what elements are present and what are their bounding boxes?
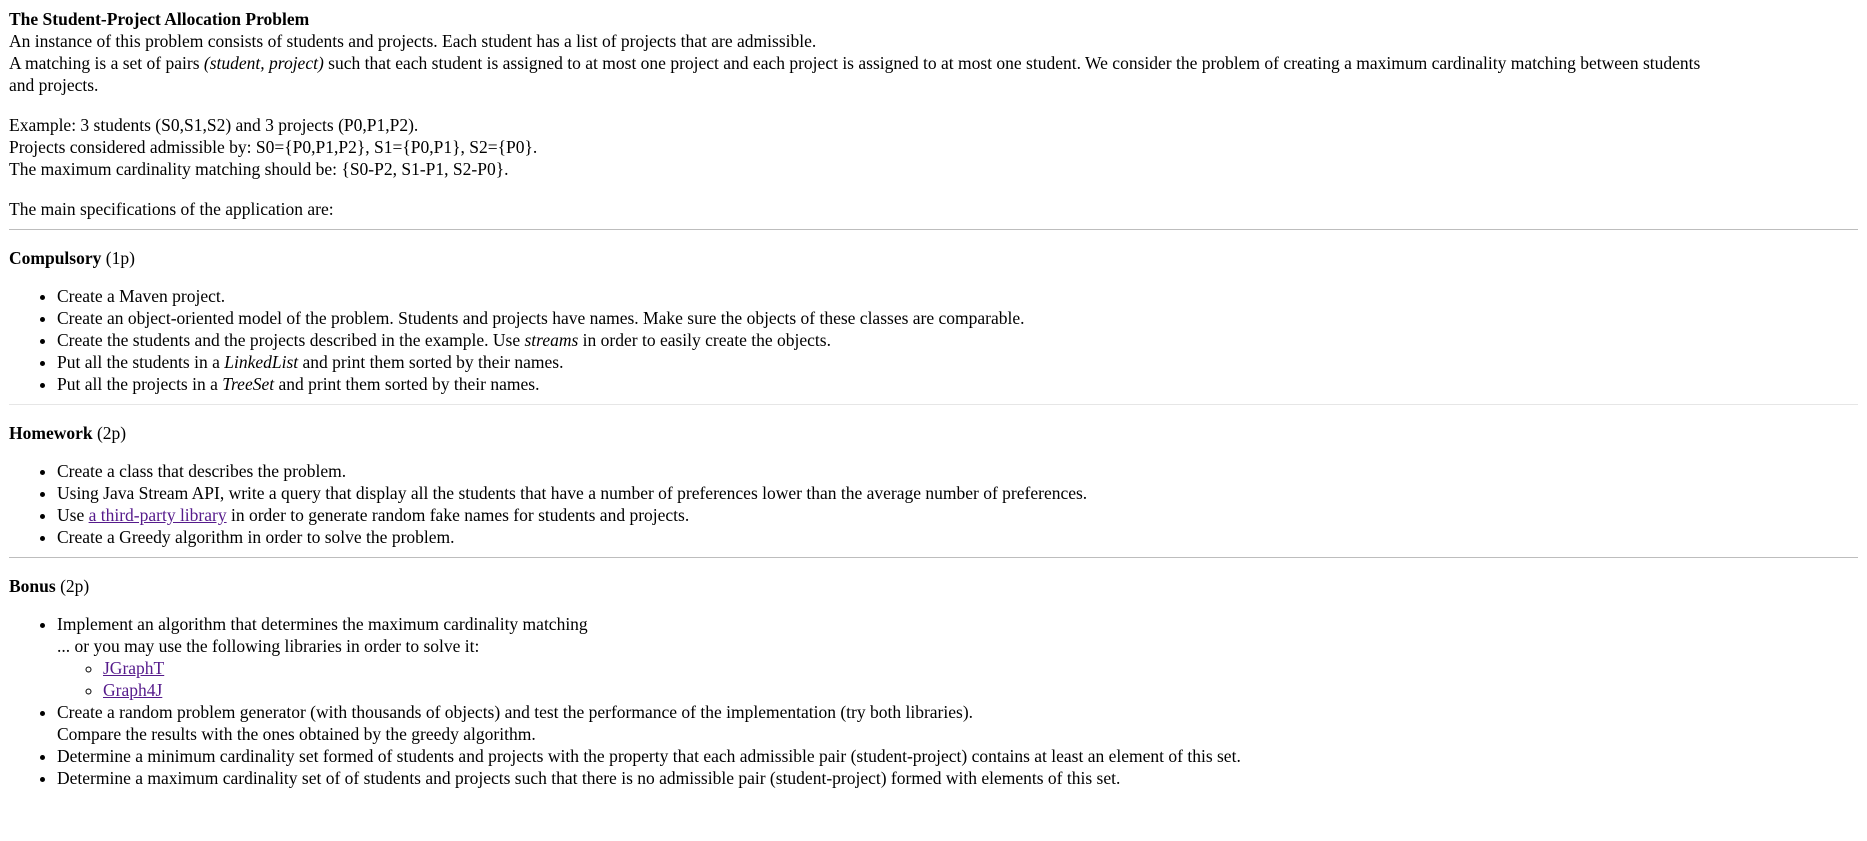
list-item: Implement an algorithm that determines t… [57, 613, 1858, 701]
intro-line-1: An instance of this problem consists of … [9, 31, 817, 51]
item-text: Compare the results with the ones obtain… [57, 724, 536, 744]
item-text: Implement an algorithm that determines t… [57, 614, 588, 634]
item-text: Create the students and the projects des… [57, 330, 525, 350]
item-text: in order to easily create the objects. [578, 330, 831, 350]
item-text: and print them sorted by their names. [298, 352, 564, 372]
item-emphasis: TreeSet [222, 374, 275, 394]
bonus-list: Implement an algorithm that determines t… [9, 613, 1858, 789]
intro-line-3: and projects. [9, 75, 99, 95]
section-title: Homework [9, 423, 93, 443]
example-line-1: Example: 3 students (S0,S1,S2) and 3 pro… [9, 115, 419, 135]
jgrapht-link[interactable]: JGraphT [103, 658, 164, 678]
section-title: Compulsory [9, 248, 102, 268]
list-item: Create a Greedy algorithm in order to so… [57, 526, 1858, 548]
divider [9, 557, 1858, 558]
item-text: ... or you may use the following librari… [57, 636, 480, 656]
graph4j-link[interactable]: Graph4J [103, 680, 162, 700]
document-page: The Student-Project Allocation Problem A… [0, 0, 1867, 789]
item-text: and print them sorted by their names. [274, 374, 540, 394]
list-item: Create the students and the projects des… [57, 329, 1858, 351]
list-item: Using Java Stream API, write a query tha… [57, 482, 1858, 504]
item-text: Put all the projects in a [57, 374, 223, 394]
list-item: Create a random problem generator (with … [57, 701, 1858, 745]
intro-text: A matching is a set of pairs [9, 53, 204, 73]
bonus-heading: Bonus (2p) [9, 575, 1858, 597]
section-title: Bonus [9, 576, 56, 596]
list-item: Determine a minimum cardinality set form… [57, 745, 1858, 767]
item-emphasis: LinkedList [224, 352, 299, 372]
page-title: The Student-Project Allocation Problem [9, 9, 310, 29]
list-item: Create an object-oriented model of the p… [57, 307, 1858, 329]
intro-text: such that each student is assigned to at… [323, 53, 1701, 73]
intro-emphasis: (student, project) [203, 53, 324, 73]
item-text: in order to generate random fake names f… [226, 505, 690, 525]
homework-heading: Homework (2p) [9, 422, 1858, 444]
example-line-2: Projects considered admissible by: S0={P… [9, 137, 538, 157]
list-item: Create a class that describes the proble… [57, 460, 1858, 482]
homework-list: Create a class that describes the proble… [9, 460, 1858, 548]
library-list: JGraphT Graph4J [57, 657, 1858, 701]
library-item: Graph4J [103, 679, 1858, 701]
divider [9, 404, 1858, 405]
list-item: Determine a maximum cardinality set of o… [57, 767, 1858, 789]
intro-line-2: A matching is a set of pairs (student, p… [9, 52, 1858, 74]
list-item: Create a Maven project. [57, 285, 1858, 307]
list-item: Put all the students in a LinkedList and… [57, 351, 1858, 373]
divider [9, 229, 1858, 230]
compulsory-heading: Compulsory (1p) [9, 247, 1858, 269]
example-line-3: The maximum cardinality matching should … [9, 159, 509, 179]
list-item: Use a third-party library in order to ge… [57, 504, 1858, 526]
list-item: Put all the projects in a TreeSet and pr… [57, 373, 1858, 395]
item-emphasis: streams [524, 330, 579, 350]
specs-intro: The main specifications of the applicati… [9, 199, 334, 219]
item-text: Use [57, 505, 89, 525]
third-party-library-link[interactable]: a third-party library [89, 505, 227, 525]
item-text: Put all the students in a [57, 352, 225, 372]
section-points: (2p) [60, 576, 90, 596]
section-points: (1p) [105, 248, 135, 268]
section-points: (2p) [96, 423, 127, 443]
item-text: Create a random problem generator (with … [57, 702, 974, 722]
library-item: JGraphT [103, 657, 1858, 679]
compulsory-list: Create a Maven project. Create an object… [9, 285, 1858, 395]
